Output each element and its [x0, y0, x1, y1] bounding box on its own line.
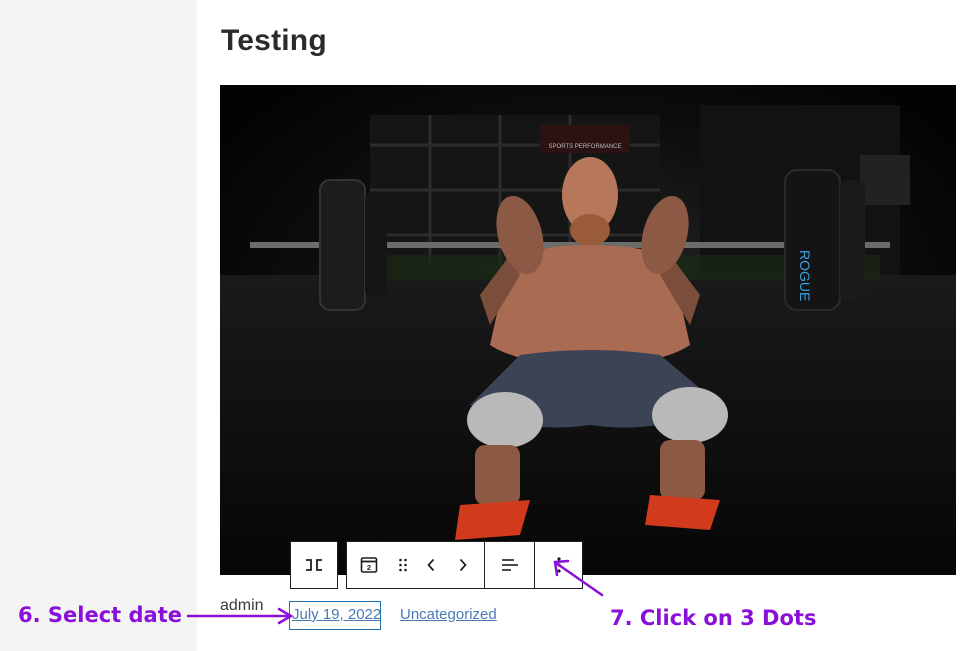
- align-button[interactable]: [485, 542, 534, 588]
- move-left-button[interactable]: [415, 542, 447, 588]
- block-toolbar: 2: [346, 541, 583, 589]
- post-date-block-icon: 2: [360, 557, 378, 573]
- svg-text:ROGUE: ROGUE: [797, 250, 813, 301]
- chevron-left-icon: [427, 558, 435, 572]
- more-options-icon: [556, 557, 561, 573]
- drag-handle-icon: [399, 558, 407, 572]
- align-left-icon: [501, 559, 518, 571]
- featured-image[interactable]: SPORTS PERFORMANCE ROGUE: [220, 85, 956, 575]
- transform-block-icon: [306, 559, 322, 571]
- annotation-step-6: 6. Select date: [18, 603, 182, 627]
- transform-button[interactable]: [291, 542, 337, 588]
- post-category-link[interactable]: Uncategorized: [400, 606, 497, 623]
- annotation-step-7: 7. Click on 3 Dots: [610, 606, 817, 630]
- editor-sidebar: [0, 0, 197, 651]
- chevron-right-icon: [459, 558, 467, 572]
- svg-text:SPORTS PERFORMANCE: SPORTS PERFORMANCE: [549, 144, 622, 150]
- weightlifter-photo: SPORTS PERFORMANCE ROGUE: [220, 85, 956, 575]
- drag-handle[interactable]: [391, 542, 415, 588]
- post-author[interactable]: admin: [220, 597, 264, 615]
- block-toolbar-group-more: [535, 542, 582, 588]
- block-toolbar-group-main: 2: [347, 542, 485, 588]
- block-toolbar-group-align: [485, 542, 535, 588]
- move-right-button[interactable]: [447, 542, 479, 588]
- block-toolbar-transform: [290, 541, 338, 589]
- post-title[interactable]: Testing: [221, 24, 327, 58]
- svg-text:2: 2: [367, 563, 371, 572]
- post-date-block[interactable]: July 19, 2022: [289, 601, 381, 630]
- block-type-button[interactable]: 2: [347, 542, 391, 588]
- more-options-button[interactable]: [535, 542, 582, 588]
